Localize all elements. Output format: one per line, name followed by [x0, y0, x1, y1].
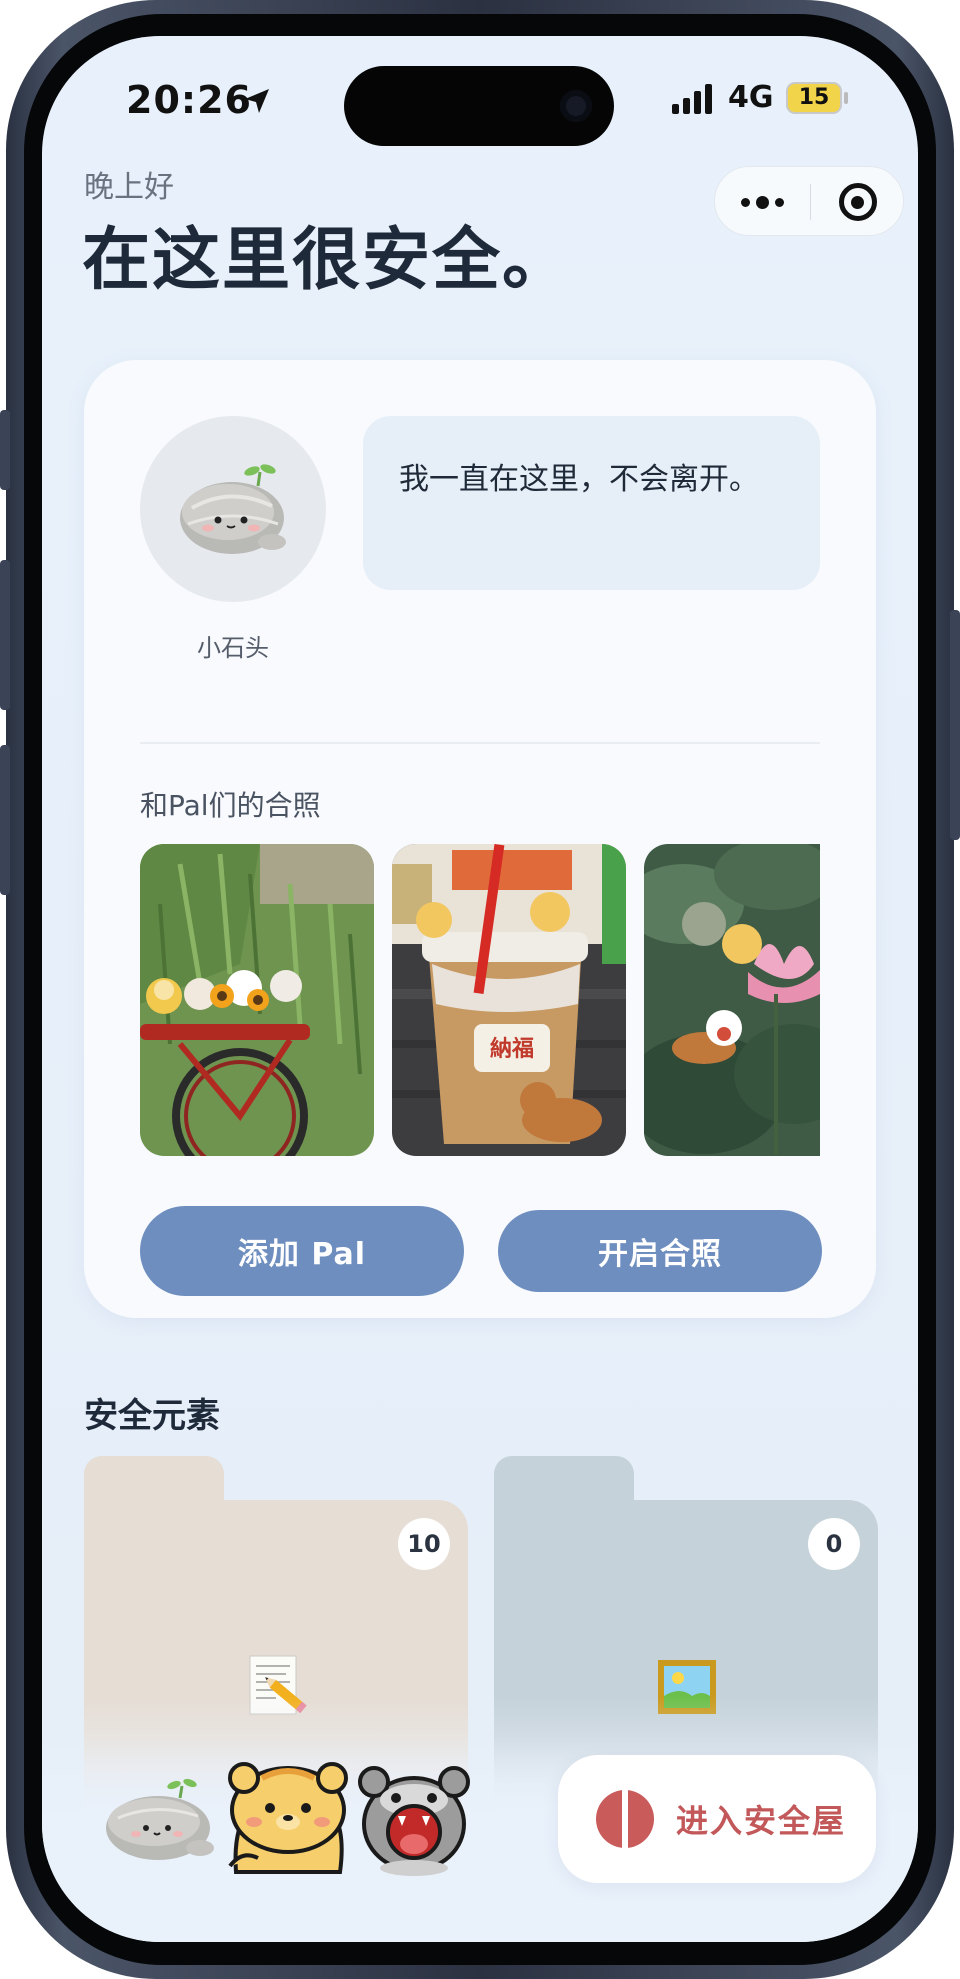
enter-safe-room-button[interactable]: 进入安全屋 [558, 1755, 876, 1883]
volume-up-button [0, 560, 10, 710]
stone-pal-icon [106, 1778, 214, 1860]
start-photo-button[interactable]: 开启合照 [498, 1210, 822, 1292]
camera-icon [560, 90, 592, 122]
companion-name: 小石头 [197, 634, 269, 662]
target-circle-icon[interactable] [810, 167, 905, 237]
stone-pal-icon [180, 464, 286, 554]
more-dots-icon[interactable] [715, 167, 810, 237]
split-circle-icon [596, 1790, 654, 1848]
gray-bear-pal[interactable] [354, 1760, 476, 1876]
network-type: 4G [728, 80, 774, 115]
photo-item[interactable]: 納福 [392, 844, 626, 1156]
folder-count-badge: 0 [808, 1518, 860, 1570]
enter-safe-room-label: 进入安全屋 [676, 1802, 847, 1840]
photo-carousel[interactable]: 納福 [140, 844, 820, 1156]
divider [140, 742, 820, 744]
bicycle-photo-image [140, 844, 374, 1156]
dynamic-island [344, 66, 614, 146]
battery-indicator: 15 [786, 82, 842, 114]
speech-bubble: 我一直在这里，不会离开。 [363, 416, 820, 590]
lotus-photo-image [644, 844, 820, 1156]
gray-bear-pal-icon [358, 1766, 470, 1876]
app-screen: 20:26 4G 15 晚上好 在这里很安全。 小石头 我一直在这里，不会离开。… [42, 36, 918, 1942]
location-arrow-icon [245, 89, 269, 113]
photo-item[interactable] [140, 844, 374, 1156]
battery-tip [844, 92, 848, 104]
stone-pal[interactable] [100, 1766, 220, 1866]
bear-pal[interactable] [222, 1754, 352, 1880]
page-title: 在这里很安全。 [82, 221, 573, 300]
add-pal-button[interactable]: 添加 Pal [140, 1206, 464, 1296]
status-bar: 20:26 4G 15 [42, 36, 918, 176]
svg-text:納福: 納福 [490, 1036, 534, 1062]
milk-tea-photo-image: 納福 [392, 844, 626, 1156]
folder-count-badge: 10 [398, 1518, 450, 1570]
greeting-subtitle: 晚上好 [84, 170, 174, 205]
mute-switch [0, 410, 10, 490]
signal-bars-icon [672, 84, 712, 114]
safety-section-title: 安全元素 [84, 1396, 220, 1436]
volume-down-button [0, 745, 10, 895]
power-button [950, 610, 960, 840]
miniprogram-capsule [714, 166, 904, 236]
photos-title: 和Pal们的合照 [140, 789, 321, 822]
companion-card: 小石头 我一直在这里，不会离开。 和Pal们的合照 納福 添加 Pal 开启合照 [84, 360, 876, 1318]
bear-pal-icon [228, 1762, 348, 1874]
status-time: 20:26 [126, 78, 252, 122]
avatar[interactable] [140, 416, 326, 602]
photo-item[interactable] [644, 844, 820, 1156]
